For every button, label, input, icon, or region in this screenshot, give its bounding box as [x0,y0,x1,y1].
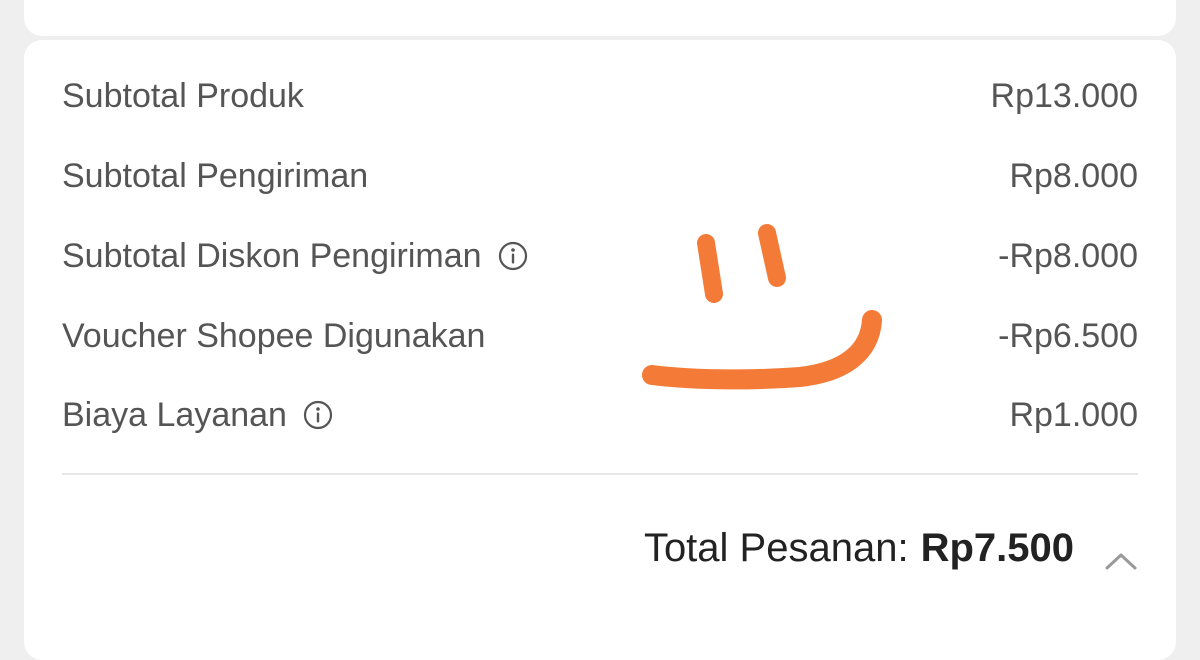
summary-row-biaya-layanan: Biaya Layanan Rp1.000 [62,391,1138,439]
row-value: Rp13.000 [990,76,1138,115]
summary-row-subtotal-pengiriman: Subtotal Pengiriman Rp8.000 [62,152,1138,200]
divider [62,473,1138,475]
summary-row-diskon-pengiriman: Subtotal Diskon Pengiriman -Rp8.000 [62,232,1138,280]
row-label-group: Biaya Layanan [62,396,333,435]
row-value: Rp1.000 [1009,395,1138,434]
total-label: Total Pesanan: [643,525,909,570]
chevron-up-icon[interactable] [1104,537,1138,570]
total-value: Rp7.500 [920,525,1074,570]
order-total[interactable]: Total Pesanan: Rp7.500 [644,522,1138,574]
info-circle-icon[interactable] [303,400,333,430]
info-circle-icon[interactable] [498,241,528,271]
order-summary-card: Subtotal Produk Rp13.000 Subtotal Pengir… [24,40,1176,660]
row-label-group: Subtotal Diskon Pengiriman [62,237,528,276]
row-value: Rp8.000 [1009,156,1138,195]
row-label: Subtotal Pengiriman [62,156,369,195]
row-label: Voucher Shopee Digunakan [62,316,486,355]
row-label: Biaya Layanan [62,395,287,434]
row-value: -Rp6.500 [998,316,1138,355]
row-label: Subtotal Diskon Pengiriman [62,236,482,275]
summary-row-subtotal-produk: Subtotal Produk Rp13.000 [62,72,1138,120]
row-label: Subtotal Produk [62,76,304,115]
previous-card-bottom [24,0,1176,36]
row-value: -Rp8.000 [998,236,1138,275]
summary-row-voucher-shopee: Voucher Shopee Digunakan -Rp6.500 [62,312,1138,360]
